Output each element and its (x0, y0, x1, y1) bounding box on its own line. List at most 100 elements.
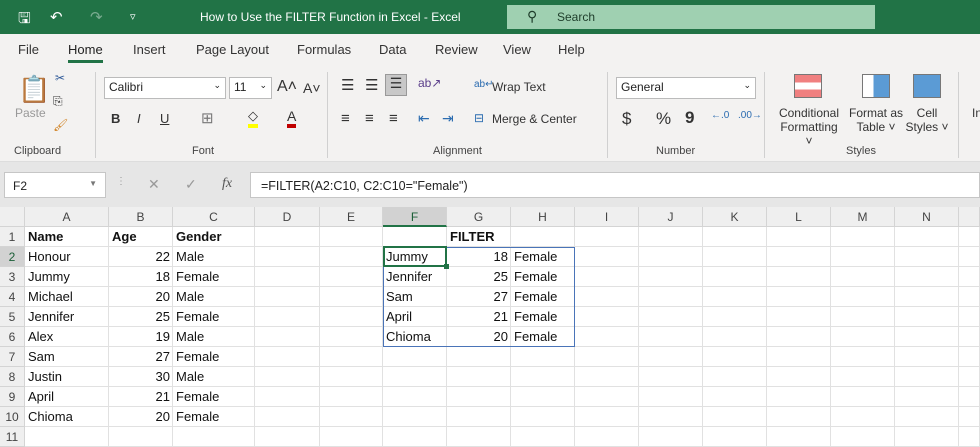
cell[interactable] (320, 427, 383, 447)
cell-C4[interactable]: Male (173, 287, 255, 307)
cell-A3[interactable]: Jummy (25, 267, 109, 287)
cell-A2[interactable]: Honour (25, 247, 109, 267)
cell[interactable] (895, 427, 959, 447)
save-icon[interactable]: 🖫 (18, 8, 31, 33)
cell[interactable] (959, 387, 980, 407)
cell-C5[interactable]: Female (173, 307, 255, 327)
cell[interactable] (959, 247, 980, 267)
column-header-O[interactable] (959, 207, 980, 227)
cell-A6[interactable]: Alex (25, 327, 109, 347)
formula-input[interactable]: =FILTER(A2:C10, C2:C10="Female") (250, 172, 980, 198)
cell[interactable] (575, 327, 639, 347)
font-size-select[interactable]: 11 ⌄ (229, 77, 272, 99)
increase-font-icon[interactable]: A˄ (277, 78, 297, 96)
tab-page-layout[interactable]: Page Layout (196, 42, 269, 57)
align-right-icon[interactable]: ≡ (389, 110, 398, 127)
insert-button[interactable]: In (972, 106, 980, 120)
comma-button[interactable]: 9 (685, 108, 694, 128)
cell-C8[interactable]: Male (173, 367, 255, 387)
cell[interactable] (703, 287, 767, 307)
cell[interactable] (831, 247, 895, 267)
cell[interactable] (255, 347, 320, 367)
cell[interactable] (767, 267, 831, 287)
cell[interactable] (895, 327, 959, 347)
cell-A4[interactable]: Michael (25, 287, 109, 307)
row-header-5[interactable]: 5 (0, 307, 25, 327)
column-header-L[interactable]: L (767, 207, 831, 227)
increase-indent-icon[interactable]: ⇥ (442, 110, 454, 127)
format-painter-icon[interactable]: 🖌 (53, 118, 68, 132)
column-header-A[interactable]: A (25, 207, 109, 227)
borders-icon[interactable]: ⊞ (201, 109, 214, 127)
cell[interactable] (320, 267, 383, 287)
cell[interactable] (767, 307, 831, 327)
cell[interactable] (575, 227, 639, 247)
cell[interactable] (959, 227, 980, 247)
cell[interactable] (320, 247, 383, 267)
cell[interactable] (511, 387, 575, 407)
cell[interactable] (767, 347, 831, 367)
cell[interactable] (255, 327, 320, 347)
number-format-select[interactable]: General ⌄ (616, 77, 756, 99)
cell[interactable] (831, 387, 895, 407)
cell[interactable] (447, 427, 511, 447)
cell-C9[interactable]: Female (173, 387, 255, 407)
row-header-7[interactable]: 7 (0, 347, 25, 367)
column-header-E[interactable]: E (320, 207, 383, 227)
cell[interactable] (703, 267, 767, 287)
row-header-8[interactable]: 8 (0, 367, 25, 387)
cell[interactable] (831, 287, 895, 307)
cell[interactable] (959, 287, 980, 307)
cell[interactable] (320, 387, 383, 407)
cell[interactable] (831, 327, 895, 347)
paste-button[interactable]: Paste (15, 106, 46, 120)
cell[interactable] (320, 227, 383, 247)
cell[interactable] (383, 227, 447, 247)
cell[interactable] (255, 247, 320, 267)
cell[interactable] (639, 427, 703, 447)
cell-C2[interactable]: Male (173, 247, 255, 267)
cell-A7[interactable]: Sam (25, 347, 109, 367)
fill-handle[interactable] (444, 264, 449, 269)
cell[interactable] (511, 407, 575, 427)
top-align-icon[interactable]: ☰ (341, 76, 354, 94)
cell-B5[interactable]: 25 (109, 307, 173, 327)
cell[interactable] (959, 347, 980, 367)
cell[interactable] (320, 307, 383, 327)
cell[interactable] (575, 427, 639, 447)
cell-C6[interactable]: Male (173, 327, 255, 347)
cell[interactable] (895, 287, 959, 307)
cell[interactable] (447, 367, 511, 387)
row-header-10[interactable]: 10 (0, 407, 25, 427)
cell[interactable] (639, 347, 703, 367)
insert-function-icon[interactable]: fx (222, 176, 232, 192)
cell[interactable] (639, 227, 703, 247)
cell[interactable] (895, 387, 959, 407)
cell-B8[interactable]: 30 (109, 367, 173, 387)
column-header-F[interactable]: F (383, 207, 447, 227)
align-center-icon[interactable]: ≡ (365, 110, 374, 127)
cell[interactable] (575, 287, 639, 307)
cell[interactable] (895, 227, 959, 247)
tab-data[interactable]: Data (379, 42, 406, 57)
cell[interactable] (959, 427, 980, 447)
cell[interactable] (703, 427, 767, 447)
cut-icon[interactable]: ✂ (55, 71, 65, 85)
cell[interactable] (831, 227, 895, 247)
cell[interactable] (320, 287, 383, 307)
decrease-decimal-icon[interactable]: .00→ (738, 110, 762, 121)
row-header-4[interactable]: 4 (0, 287, 25, 307)
cell[interactable] (895, 307, 959, 327)
cell-B7[interactable]: 27 (109, 347, 173, 367)
cell-C7[interactable]: Female (173, 347, 255, 367)
cell-B2[interactable]: 22 (109, 247, 173, 267)
cell[interactable] (831, 367, 895, 387)
row-header-11[interactable]: 11 (0, 427, 25, 447)
cell[interactable] (511, 227, 575, 247)
column-header-B[interactable]: B (109, 207, 173, 227)
cell[interactable] (255, 387, 320, 407)
cell[interactable] (511, 347, 575, 367)
select-all-button[interactable] (0, 207, 25, 227)
cell-C1[interactable]: Gender (173, 227, 255, 247)
column-header-G[interactable]: G (447, 207, 511, 227)
